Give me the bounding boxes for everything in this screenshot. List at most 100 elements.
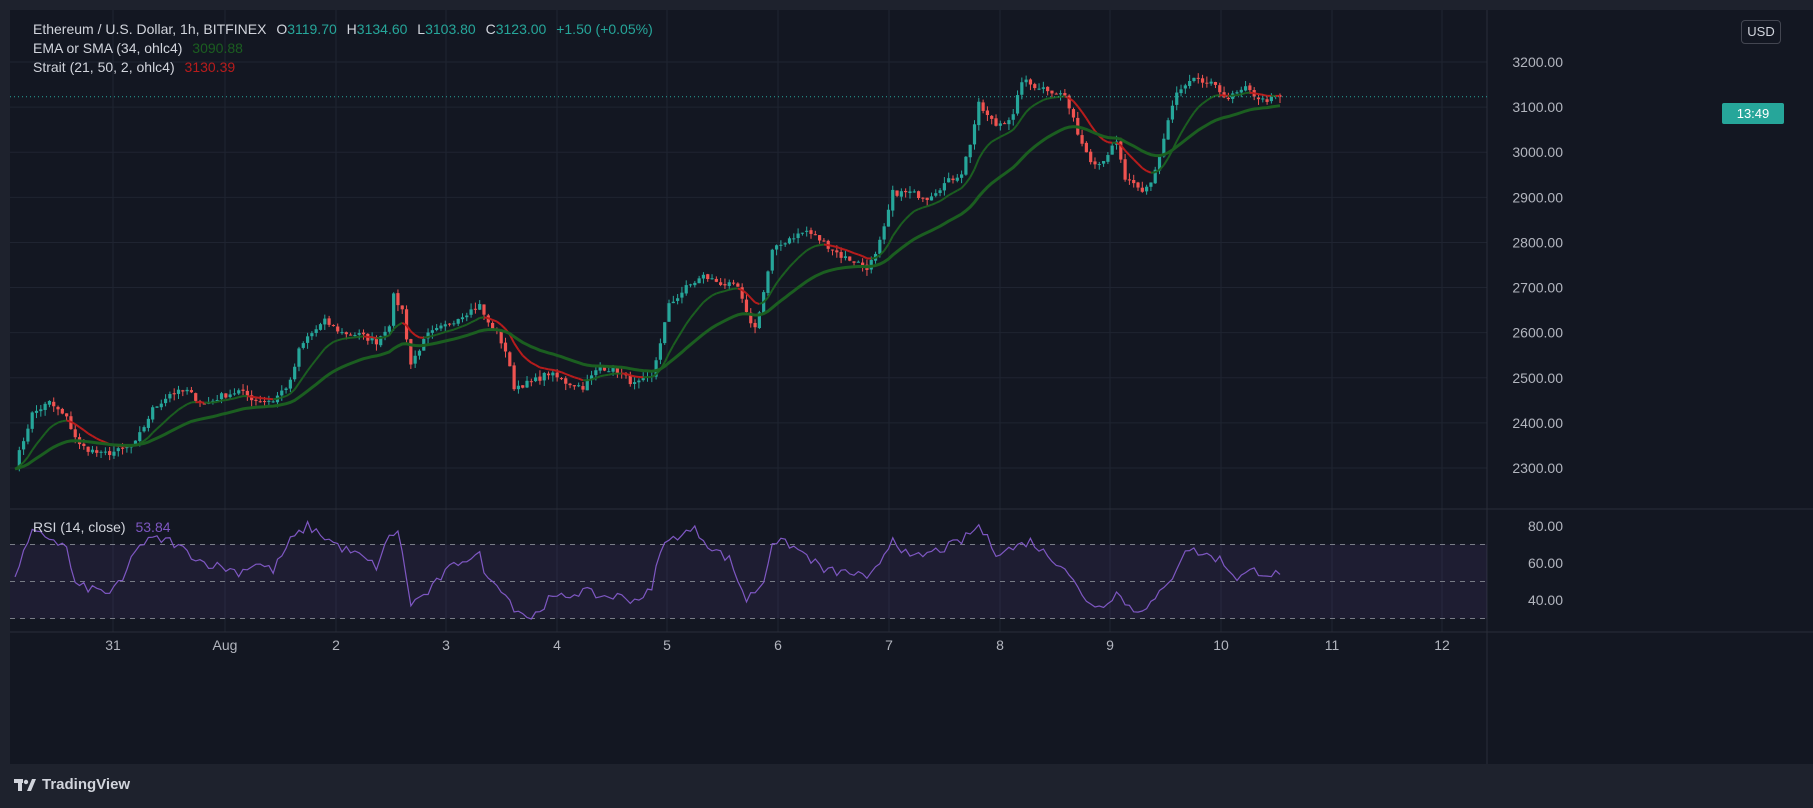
strait-segment bbox=[423, 335, 429, 339]
strait-segment bbox=[1236, 93, 1242, 97]
strait-segment bbox=[999, 133, 1006, 138]
candle-body bbox=[120, 447, 125, 449]
candle-body bbox=[219, 393, 224, 400]
candle-body bbox=[224, 393, 228, 398]
candle-body bbox=[146, 418, 150, 428]
candle-body bbox=[774, 245, 779, 250]
strait-segment bbox=[599, 374, 605, 378]
candle-body bbox=[701, 274, 706, 279]
change-value: +1.50 (+0.05%) bbox=[556, 21, 653, 37]
strait-segment bbox=[1107, 141, 1113, 144]
candle-body bbox=[899, 191, 903, 197]
strait-segment bbox=[797, 253, 804, 259]
strait-segment bbox=[1215, 94, 1220, 97]
candle-body bbox=[469, 309, 473, 315]
strait-segment bbox=[152, 427, 158, 434]
y-tick-label: 3000.00 bbox=[1512, 144, 1563, 160]
strait-segment bbox=[1188, 112, 1195, 120]
candle-body bbox=[168, 394, 172, 399]
candle-body bbox=[39, 409, 43, 412]
strait-segment bbox=[720, 290, 726, 294]
x-tick-label: 9 bbox=[1106, 637, 1114, 653]
strait-segment bbox=[900, 218, 907, 225]
candle-body bbox=[529, 381, 533, 383]
candle-body bbox=[796, 233, 800, 239]
strait-segment bbox=[1051, 96, 1057, 99]
candle-body bbox=[809, 230, 813, 234]
strait-legend[interactable]: Strait (21, 50, 2, ohlc4) 3130.39 bbox=[33, 58, 241, 76]
candle-body bbox=[843, 256, 848, 259]
candle-body bbox=[1179, 89, 1183, 94]
strait-segment bbox=[668, 344, 675, 354]
strait-segment bbox=[1201, 99, 1208, 105]
strait-segment bbox=[676, 330, 683, 339]
tradingview-logo[interactable]: TradingView bbox=[14, 776, 130, 793]
strait-segment bbox=[918, 206, 924, 211]
strait-segment bbox=[819, 243, 825, 247]
chart-canvas[interactable]: 31 Aug 2 3 4 5 6 7 8 9 10 11 12 3200.00 3100.00 3000.00… bbox=[10, 10, 1813, 764]
strait-segment bbox=[1081, 111, 1088, 119]
strait-segment bbox=[315, 353, 322, 361]
strait-segment bbox=[346, 336, 351, 340]
strait-segment bbox=[238, 395, 244, 399]
candle-body bbox=[783, 243, 787, 245]
strait-segment bbox=[470, 319, 476, 324]
candle-body bbox=[323, 318, 327, 325]
candle-body bbox=[280, 390, 284, 396]
strait-segment bbox=[965, 176, 972, 184]
candle-body bbox=[994, 118, 998, 126]
candle-body bbox=[43, 403, 47, 410]
strait-segment bbox=[801, 249, 808, 255]
strait-segment bbox=[823, 243, 829, 247]
candle-body bbox=[417, 350, 422, 356]
candle-body bbox=[706, 274, 710, 280]
candle-body bbox=[572, 385, 576, 387]
candle-body bbox=[34, 410, 39, 413]
candle-body bbox=[559, 378, 564, 380]
strait-segment bbox=[689, 311, 696, 319]
x-tick-label: 4 bbox=[553, 637, 561, 653]
strait-segment bbox=[913, 208, 919, 213]
candle-body bbox=[934, 193, 938, 196]
candle-body bbox=[228, 394, 232, 398]
strait-segment bbox=[1249, 91, 1255, 95]
strait-segment bbox=[1072, 100, 1079, 107]
candle-body bbox=[181, 390, 185, 392]
candle-body bbox=[714, 278, 718, 282]
strait-segment bbox=[526, 358, 532, 364]
candle-body bbox=[1020, 82, 1024, 95]
symbol-title: Ethereum / U.S. Dollar, 1h, BITFINEX bbox=[33, 21, 267, 37]
strait-segment bbox=[922, 205, 928, 209]
candle-body bbox=[1106, 155, 1110, 162]
strait-segment bbox=[1103, 139, 1109, 144]
candle-body bbox=[245, 390, 249, 396]
candle-body bbox=[288, 379, 292, 389]
candle-body bbox=[1239, 89, 1243, 93]
candle-body bbox=[856, 261, 860, 263]
candle-body bbox=[1089, 151, 1093, 163]
strait-segment bbox=[845, 248, 851, 253]
strait-segment bbox=[840, 247, 846, 251]
ema-legend[interactable]: EMA or SMA (34, ohlc4) 3090.88 bbox=[33, 39, 249, 57]
strait-segment bbox=[66, 419, 72, 423]
candle-body bbox=[805, 230, 809, 232]
rsi-legend[interactable]: RSI (14, close) 53.84 bbox=[33, 518, 177, 536]
candle-body bbox=[534, 377, 538, 382]
open-value: 3119.70 bbox=[287, 21, 337, 37]
candle-body bbox=[305, 336, 310, 343]
strait-segment bbox=[74, 423, 81, 429]
strait-segment bbox=[1223, 94, 1229, 98]
strait-segment bbox=[634, 375, 640, 379]
chart-frame[interactable]: 31 Aug 2 3 4 5 6 7 8 9 10 11 12 3200.00 3100.00 3000.00… bbox=[10, 10, 1813, 764]
strait-segment bbox=[1132, 158, 1139, 165]
strait-segment bbox=[1184, 118, 1191, 127]
candle-body bbox=[697, 278, 701, 284]
candle-body bbox=[684, 285, 688, 294]
candle-body bbox=[232, 393, 237, 395]
candle-body bbox=[1093, 161, 1097, 165]
candle-body bbox=[1054, 93, 1058, 95]
strait-segment bbox=[587, 378, 592, 382]
currency-button[interactable]: USD bbox=[1741, 20, 1781, 44]
candle-body bbox=[955, 177, 959, 181]
candle-body bbox=[916, 191, 921, 199]
